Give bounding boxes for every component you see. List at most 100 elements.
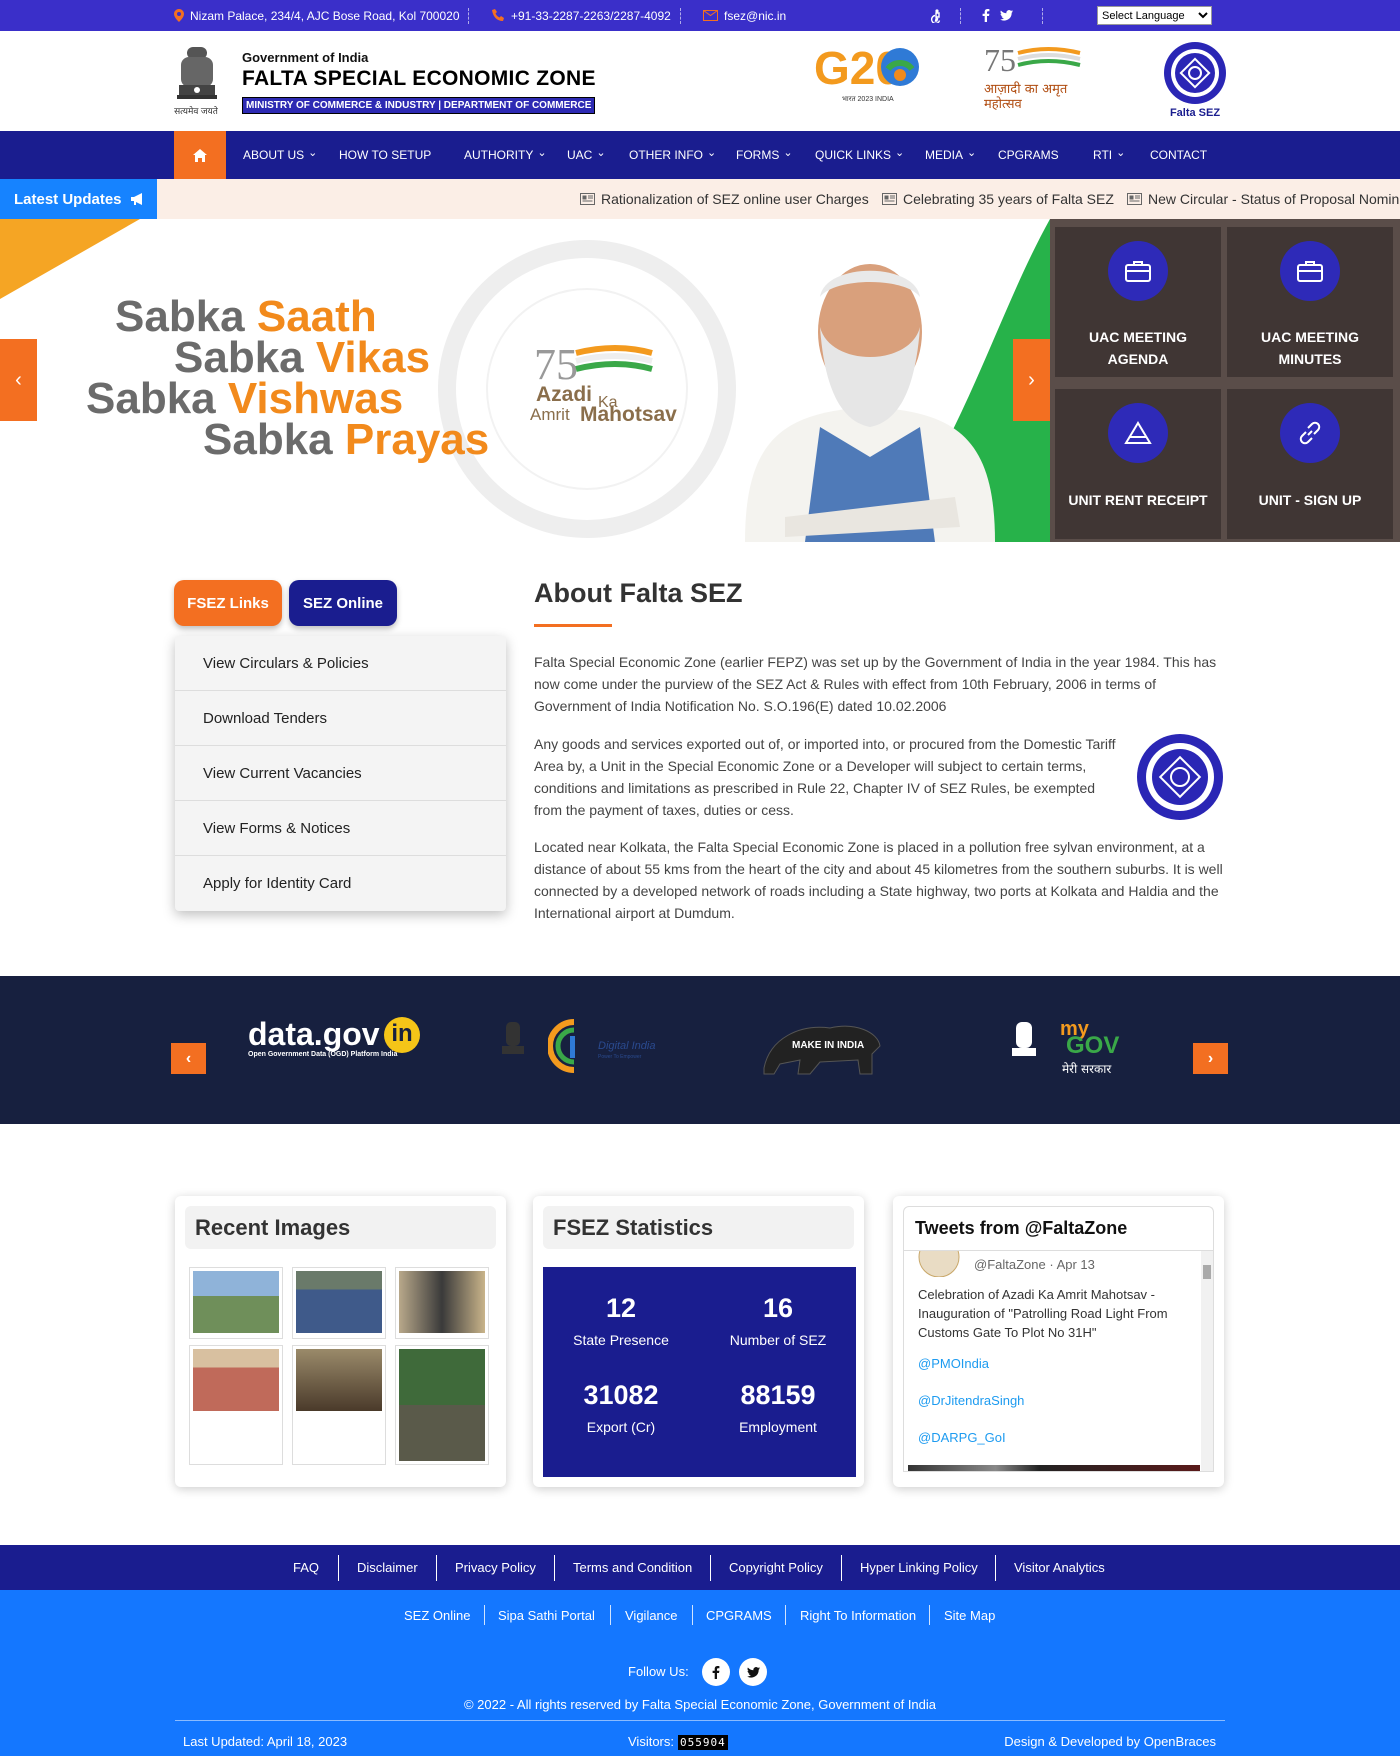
tile-unit-rent-receipt[interactable]: UNIT RENT RECEIPT (1055, 389, 1221, 539)
email[interactable]: fsez@nic.in (703, 0, 786, 31)
recent-images-card: Recent Images (175, 1196, 506, 1487)
chevron-down-icon: ⌄ (967, 146, 977, 159)
footer-link[interactable]: Sipa Sathi Portal (498, 1590, 595, 1640)
gallery-thumbnail[interactable] (189, 1267, 283, 1339)
latest-updates-label: Latest Updates (0, 179, 157, 219)
footer-link[interactable]: Privacy Policy (455, 1545, 536, 1590)
azadi-75-icon: 75 (984, 42, 1081, 78)
nav-item-media[interactable]: MEDIA ⌄ (925, 131, 976, 179)
gallery-thumbnail[interactable] (395, 1267, 489, 1339)
tile-unit-sign-up[interactable]: UNIT - SIGN UP (1227, 389, 1393, 539)
chevron-down-icon: ⌄ (537, 146, 547, 159)
list-item[interactable]: View Forms & Notices (175, 801, 506, 856)
phone[interactable]: +91-33-2287-2263/2287-4092 (492, 0, 671, 31)
nav-item-uac[interactable]: UAC ⌄ (567, 131, 606, 179)
tile-uac-agenda[interactable]: UAC MEETING AGENDA (1055, 227, 1221, 377)
nav-item-cpgrams[interactable]: CPGRAMS (998, 131, 1059, 179)
tile-uac-minutes[interactable]: UAC MEETING MINUTES (1227, 227, 1393, 377)
tweet-mention[interactable]: @PMOIndia (918, 1356, 989, 1371)
nav-item-quick-links[interactable]: QUICK LINKS ⌄ (815, 131, 904, 179)
site-title[interactable]: FALTA SPECIAL ECONOMIC ZONE (242, 67, 596, 91)
gallery-thumbnail[interactable] (395, 1345, 489, 1465)
make-in-india-logo[interactable]: MAKE IN INDIA (760, 1018, 884, 1078)
footer-link[interactable]: FAQ (293, 1545, 319, 1590)
hero-slider: Sabka Saath Sabka Vikas Sabka Vishwas Sa… (0, 219, 1400, 542)
about-title: About Falta SEZ (534, 578, 743, 608)
emblem-caption: सत्यमेव जयते (174, 106, 218, 116)
nav-item-forms[interactable]: FORMS ⌄ (736, 131, 793, 179)
developer-credit[interactable]: Design & Developed by OpenBraces (1004, 1734, 1216, 1749)
stat-number-of-sez: 16 Number of SEZ (729, 1293, 827, 1348)
facebook-icon (982, 9, 990, 22)
avatar (918, 1251, 960, 1277)
svg-text:75: 75 (984, 43, 1016, 77)
twitter-button[interactable] (739, 1658, 767, 1686)
nav-item-rti[interactable]: RTI ⌄ (1093, 131, 1125, 179)
triangle-icon (1108, 403, 1168, 463)
footer-link[interactable]: Site Map (944, 1590, 995, 1640)
chevron-down-icon: ⌄ (783, 146, 793, 159)
last-updated: Last Updated: April 18, 2023 (183, 1734, 348, 1749)
tweet-mention[interactable]: @DrJitendraSingh (918, 1393, 1024, 1408)
facebook-link[interactable] (982, 0, 990, 31)
card-title: Recent Images (185, 1206, 496, 1249)
falta-sez-logo[interactable]: Falta SEZ (1160, 41, 1230, 121)
ticker-item[interactable]: Celebrating 35 years of Falta SEZ (882, 179, 1114, 219)
partner-logos-carousel: ‹ › data.gov in Open Government Data (OG… (0, 976, 1400, 1124)
ticker-item[interactable]: Rationalization of SEZ online user Charg… (580, 179, 869, 219)
twitter-timeline[interactable]: @FaltaZone · Apr 13 Celebration of Azadi… (903, 1250, 1214, 1472)
about-paragraph: Located near Kolkata, the Falta Special … (534, 839, 1223, 921)
scrollbar[interactable] (1201, 1251, 1213, 1471)
gallery-thumbnail[interactable] (292, 1345, 386, 1465)
footer-link[interactable]: Hyper Linking Policy (860, 1545, 978, 1590)
tab-sez-online[interactable]: SEZ Online (289, 580, 397, 626)
language-select[interactable]: Select Language (1097, 6, 1212, 25)
list-item[interactable]: View Current Vacancies (175, 746, 506, 801)
phone-icon (492, 9, 504, 21)
footer-link[interactable]: Disclaimer (357, 1545, 418, 1590)
mygov-logo[interactable]: my GOV मेरी सरकार (1008, 1018, 1138, 1078)
latest-updates-ticker: Latest Updates Rationalization of SEZ on… (0, 179, 1400, 219)
carousel-prev-button[interactable]: ‹ (171, 1043, 206, 1074)
list-item[interactable]: Apply for Identity Card (175, 856, 506, 911)
fsez-links-list: View Circulars & Policies Download Tende… (175, 636, 506, 911)
footer-link[interactable]: Copyright Policy (729, 1545, 823, 1590)
nav-item-authority[interactable]: AUTHORITY ⌄ (464, 131, 547, 179)
carousel-next-button[interactable]: › (1193, 1043, 1228, 1074)
gallery-thumbnail[interactable] (189, 1345, 283, 1465)
digital-india-logo[interactable]: Digital India Power To Empower (500, 1018, 660, 1078)
nav-item-other-info[interactable]: OTHER INFO ⌄ (629, 131, 716, 179)
list-item[interactable]: Download Tenders (175, 691, 506, 746)
slider-next-button[interactable]: › (1013, 339, 1050, 421)
falta-sez-seal-icon (1164, 42, 1226, 104)
tweet-mention[interactable]: @DARPG_GoI (918, 1430, 1006, 1445)
visitor-counter: Visitors: 055904 (628, 1734, 728, 1750)
twitter-link[interactable] (1000, 0, 1013, 31)
footer-link[interactable]: CPGRAMS (706, 1590, 772, 1640)
envelope-icon (703, 10, 718, 21)
nav-item-about-us[interactable]: ABOUT US ⌄ (243, 131, 317, 179)
datagov-logo[interactable]: data.gov in Open Government Data (OGD) P… (248, 1016, 423, 1068)
tab-fsez-links[interactable]: FSEZ Links (174, 580, 282, 626)
home-button[interactable] (174, 131, 226, 179)
prime-minister-photo (745, 264, 995, 542)
email-text: fsez@nic.in (724, 8, 787, 23)
chevron-down-icon: ⌄ (1116, 146, 1126, 159)
footer-link[interactable]: SEZ Online (404, 1590, 470, 1640)
footer-link[interactable]: Vigilance (625, 1590, 678, 1640)
footer-link[interactable]: Terms and Condition (573, 1545, 692, 1590)
slider-prev-button[interactable]: ‹ (0, 339, 37, 421)
list-item[interactable]: View Circulars & Policies (175, 636, 506, 691)
footer-links-primary: FAQ Disclaimer Privacy Policy Terms and … (0, 1545, 1400, 1590)
nav-item-how-to-setup[interactable]: HOW TO SETUP (339, 131, 431, 179)
gallery-thumbnail[interactable] (292, 1267, 386, 1339)
ticker-item[interactable]: New Circular - Status of Proposal Nomin (1127, 179, 1399, 219)
footer-link[interactable]: Right To Information (800, 1590, 916, 1640)
accessibility-button[interactable] (930, 0, 943, 31)
g20-logo[interactable]: G20 भारत 2023 INDIA (814, 45, 926, 107)
facebook-button[interactable] (702, 1658, 730, 1686)
footer-link[interactable]: Visitor Analytics (1014, 1545, 1105, 1590)
newspaper-icon (1127, 193, 1142, 205)
nav-item-contact[interactable]: CONTACT (1150, 131, 1207, 179)
azadi-logo[interactable]: 75 आज़ादी का अमृत महोत्सव (984, 42, 1094, 112)
